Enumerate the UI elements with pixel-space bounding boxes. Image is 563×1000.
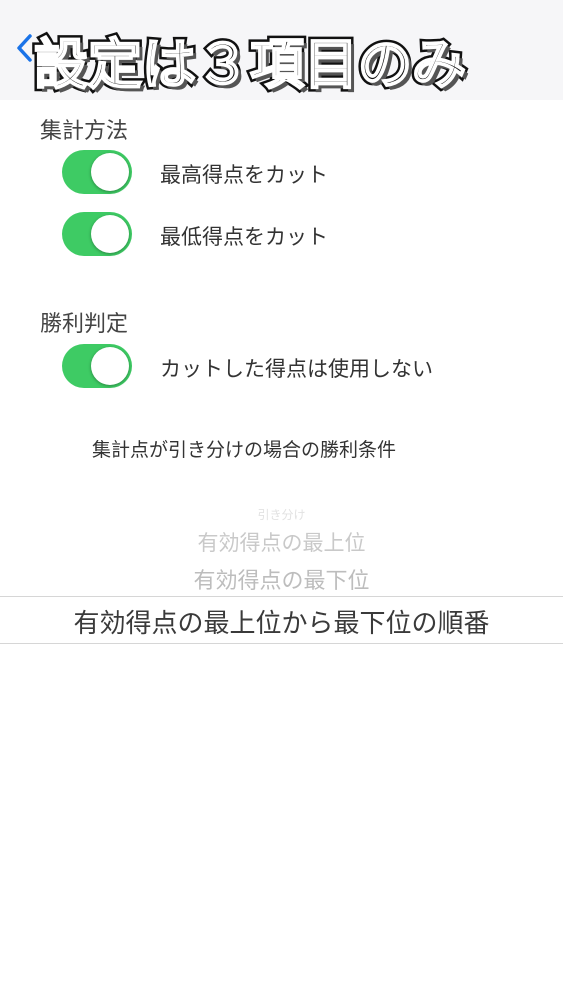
section-header-aggregation: 集計方法 bbox=[40, 119, 129, 144]
row-label-cut-lowest: 最低得点をカット bbox=[160, 225, 328, 249]
settings-screen: 設定は３項目のみ 設定は３項目のみ 集計方法 最高得点をカット 最低得点をカット… bbox=[0, 0, 563, 1000]
toggle-no-cut-scores[interactable] bbox=[62, 344, 132, 388]
picker-divider-bottom bbox=[0, 643, 563, 644]
overlay-caption: 設定は３項目のみ bbox=[33, 32, 467, 97]
toggle-cut-highest[interactable] bbox=[62, 150, 132, 194]
picker-option[interactable]: 有効得点の最下位 bbox=[0, 563, 563, 595]
row-cut-highest: 最高得点をカット bbox=[0, 142, 563, 202]
row-cut-lowest: 最低得点をカット bbox=[0, 204, 563, 264]
picker-divider-top bbox=[0, 596, 563, 597]
row-label-cut-highest: 最高得点をカット bbox=[160, 163, 328, 187]
toggle-cut-lowest[interactable] bbox=[62, 212, 132, 256]
section-header-victory: 勝利判定 bbox=[40, 312, 129, 337]
toggle-knob bbox=[91, 153, 129, 191]
row-label-no-cut-scores: カットした得点は使用しない bbox=[160, 357, 433, 381]
picker-option[interactable]: 引き分け bbox=[0, 506, 563, 523]
tiebreak-note: 集計点が引き分けの場合の勝利条件 bbox=[92, 439, 397, 461]
picker-option[interactable]: 有効得点の最上位 bbox=[0, 527, 563, 557]
toggle-knob bbox=[91, 215, 129, 253]
chevron-left-icon bbox=[17, 34, 32, 62]
toggle-knob bbox=[91, 347, 129, 385]
picker-selected-option[interactable]: 有効得点の最上位から最下位の順番 bbox=[0, 603, 563, 640]
row-no-cut-scores: カットした得点は使用しない bbox=[0, 336, 563, 396]
navigation-bar: 設定は３項目のみ 設定は３項目のみ bbox=[0, 0, 563, 100]
